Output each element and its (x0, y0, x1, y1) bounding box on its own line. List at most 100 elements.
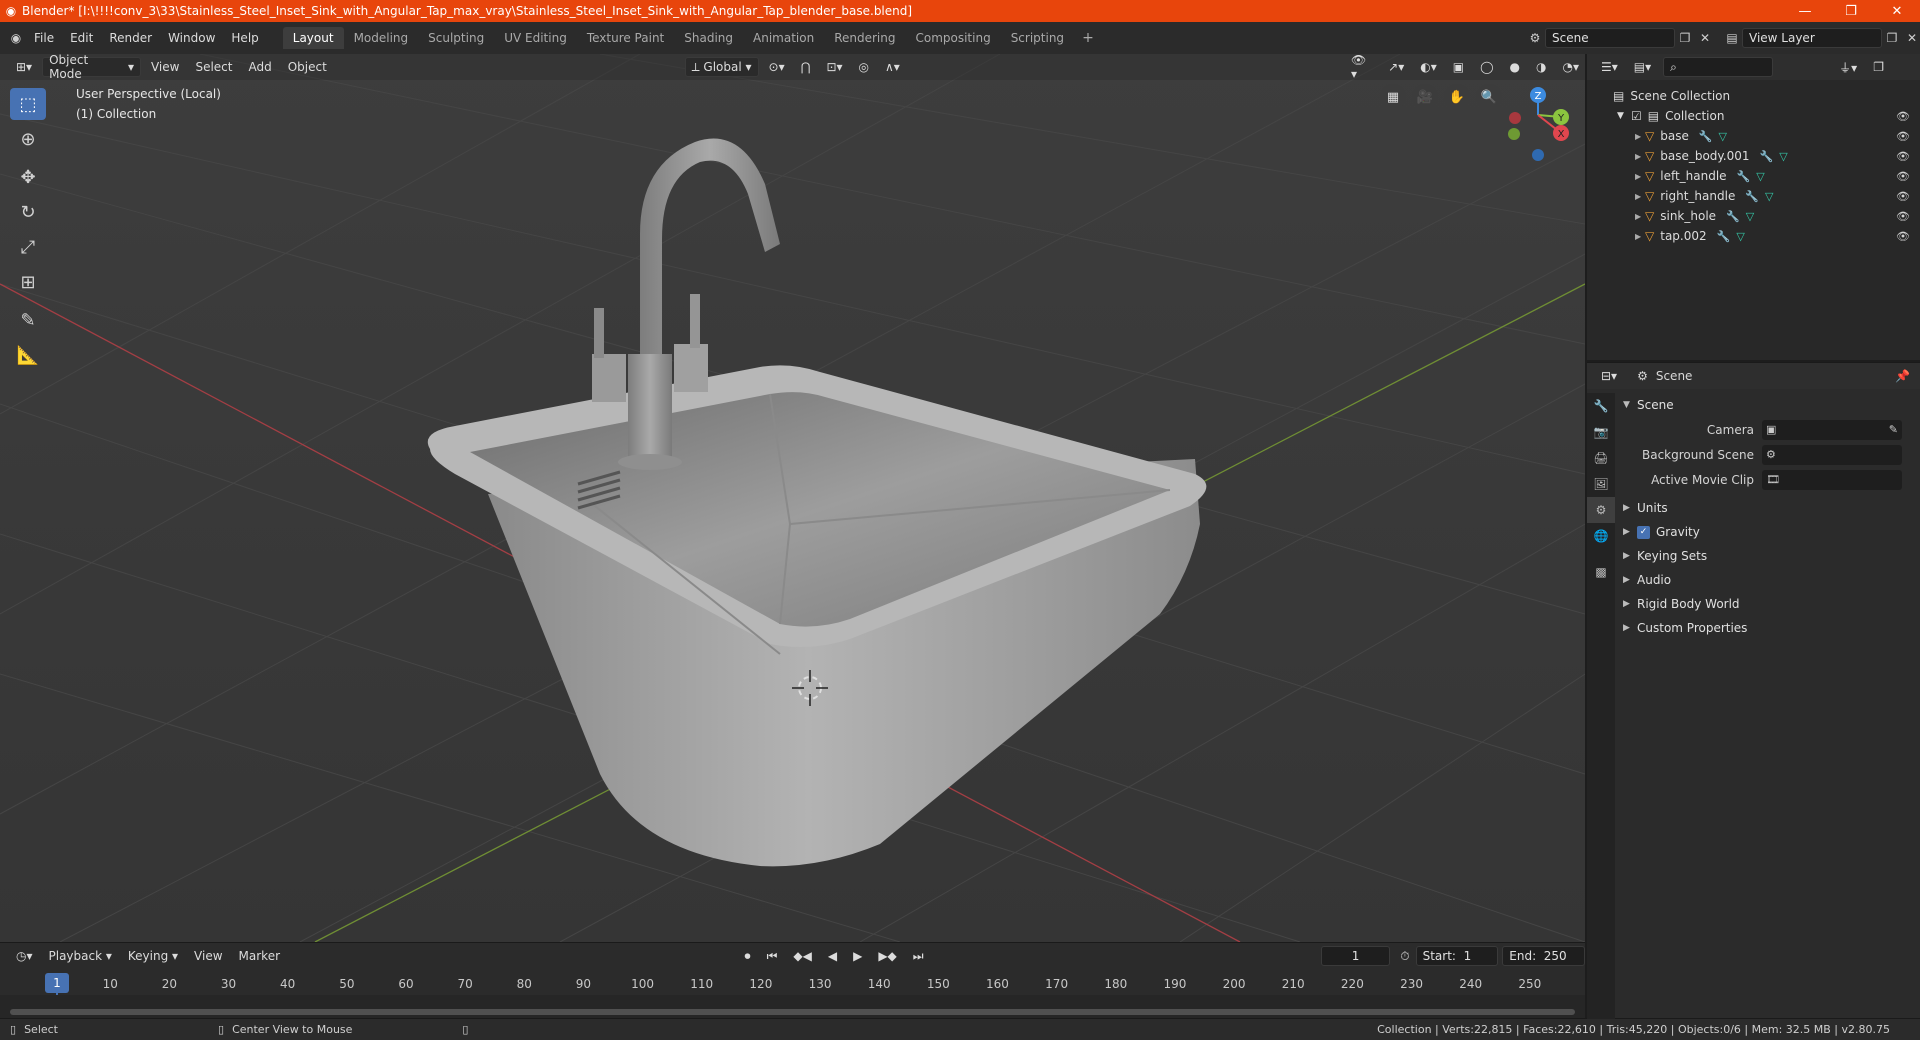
eye-icon[interactable]: 👁 (1896, 130, 1910, 143)
current-frame-field[interactable]: 1 (1320, 946, 1391, 966)
outliner-object-row[interactable]: ▶ ▽ tap.002 🔧 ▽ 👁 (1587, 226, 1920, 246)
modifier-icon[interactable]: 🔧 (1726, 210, 1740, 223)
outliner-object-row[interactable]: ▶ ▽ base_body.001 🔧 ▽ 👁 (1587, 146, 1920, 166)
timeline-menu-playback[interactable]: Playback ▾ (43, 946, 118, 966)
modifier-icon[interactable]: 🔧 (1737, 170, 1751, 183)
snap-icon[interactable]: ⋂ (795, 57, 817, 77)
outliner-search-input[interactable]: ⌕ (1663, 57, 1774, 77)
add-workspace-button[interactable]: + (1074, 30, 1102, 46)
object-expand-icon[interactable]: ▶ (1635, 232, 1645, 241)
cursor-tool-icon[interactable]: ⊕ (10, 123, 46, 155)
movie-clip-field[interactable]: 🎞 (1762, 469, 1902, 490)
timeline-ruler[interactable]: 1 10 20 30 40 50 60 70 80 90 100 110 120 130 140 150 160… (0, 973, 1585, 1017)
annotate-tool-icon[interactable]: ✎ (10, 304, 46, 336)
minimize-button[interactable]: — (1782, 4, 1828, 19)
scale-tool-icon[interactable]: ⤢ (10, 231, 46, 263)
play-reverse-icon[interactable]: ◀ (822, 946, 843, 966)
tab-modeling[interactable]: Modeling (344, 27, 419, 49)
current-frame-indicator[interactable]: 1 (45, 973, 69, 993)
object-expand-icon[interactable]: ▶ (1635, 172, 1645, 181)
view-layer-field[interactable]: View Layer (1742, 28, 1882, 48)
falloff-icon[interactable]: ∧▾ (879, 57, 906, 77)
transform-orientation-selector[interactable]: ⟂ Global ▾ (684, 57, 759, 77)
view-layer-selector-icon[interactable]: ▤ (1722, 28, 1742, 48)
modifier-icon[interactable]: 🔧 (1745, 190, 1759, 203)
eye-icon[interactable]: 👁 (1896, 150, 1910, 163)
jump-end-icon[interactable]: ⏭ (907, 946, 930, 966)
toggle-ortho-icon[interactable]: ▦ (1380, 84, 1406, 110)
outliner-object-row[interactable]: ▶ ▽ right_handle 🔧 ▽ 👁 (1587, 186, 1920, 206)
eye-icon[interactable]: 👁 (1896, 210, 1910, 223)
modifier-icon[interactable]: 🔧 (1717, 230, 1731, 243)
mode-selector[interactable]: Object Mode ▾ (42, 54, 141, 81)
outliner-editor-type-icon[interactable]: ☰▾ (1595, 57, 1624, 77)
tab-layout[interactable]: Layout (282, 27, 344, 49)
eye-icon[interactable]: 👁 (1896, 190, 1910, 203)
timeline-track[interactable] (0, 995, 1585, 1019)
keying-sets-panel-header[interactable]: ▶ Keying Sets (1617, 544, 1920, 568)
outliner-object-row[interactable]: ▶ ▽ left_handle 🔧 ▽ 👁 (1587, 166, 1920, 186)
object-expand-icon[interactable]: ▶ (1635, 132, 1645, 141)
tap-right-handle[interactable] (674, 344, 708, 392)
timeline-menu-view[interactable]: View (188, 946, 228, 966)
menu-window[interactable]: Window (160, 31, 223, 45)
camera-field[interactable]: ▣ ✎ (1762, 419, 1902, 440)
outliner-object-row[interactable]: ▶ ▽ base 🔧 ▽ 👁 (1587, 126, 1920, 146)
world-tab-icon[interactable]: 🌐 (1587, 523, 1615, 549)
rotate-tool-icon[interactable]: ↻ (10, 196, 46, 228)
object-expand-icon[interactable]: ▶ (1635, 152, 1645, 161)
outliner-collection[interactable]: ▼ ☑ ▤ Collection 👁 (1587, 106, 1920, 126)
measure-tool-icon[interactable]: 📐 (10, 339, 46, 371)
timeline-menu-marker[interactable]: Marker (233, 946, 286, 966)
tool-tab-icon[interactable]: 🔧 (1587, 393, 1615, 419)
object-expand-icon[interactable]: ▶ (1635, 192, 1645, 201)
camera-view-icon[interactable]: 🎥 (1412, 84, 1438, 110)
timeline-editor-type-icon[interactable]: ◷▾ (10, 946, 39, 966)
eye-icon[interactable]: 👁 (1896, 170, 1910, 183)
overlay-toggle-icon[interactable]: ◐▾ (1414, 57, 1443, 77)
view-layer-tab-icon[interactable]: 🖼 (1587, 471, 1615, 497)
timeline-menu-keying[interactable]: Keying ▾ (122, 946, 184, 966)
tab-animation[interactable]: Animation (743, 27, 824, 49)
gravity-panel-header[interactable]: ▶ ✓ Gravity (1617, 520, 1920, 544)
viewport-menu-object[interactable]: Object (282, 57, 333, 77)
units-panel-header[interactable]: ▶ Units (1617, 496, 1920, 520)
rendered-shading-icon[interactable]: ◔▾ (1556, 57, 1585, 77)
zoom-view-icon[interactable]: 🔍 (1476, 84, 1502, 110)
mesh-data-icon[interactable]: ▽ (1719, 130, 1727, 143)
pan-view-icon[interactable]: ✋ (1444, 84, 1470, 110)
viewport-menu-select[interactable]: Select (189, 57, 238, 77)
scene-tab-icon[interactable]: ⚙ (1587, 497, 1615, 523)
proportional-edit-icon[interactable]: ◎ (853, 57, 875, 77)
xray-toggle-icon[interactable]: ▣ (1447, 57, 1470, 77)
scene-selector-icon[interactable]: ⚙ (1525, 28, 1545, 48)
modifier-icon[interactable]: 🔧 (1699, 130, 1713, 143)
pivot-point-icon[interactable]: ⊙▾ (763, 57, 791, 77)
properties-editor-type-icon[interactable]: ⊟▾ (1595, 366, 1623, 386)
tab-compositing[interactable]: Compositing (905, 27, 1000, 49)
background-scene-field[interactable]: ⚙ (1762, 444, 1902, 465)
tab-rendering[interactable]: Rendering (824, 27, 905, 49)
wireframe-shading-icon[interactable]: ◯ (1474, 57, 1499, 77)
close-button[interactable]: ✕ (1874, 4, 1920, 19)
viewport-menu-view[interactable]: View (145, 57, 185, 77)
display-mode-icon[interactable]: ▤▾ (1628, 57, 1657, 77)
tab-uv-editing[interactable]: UV Editing (494, 27, 577, 49)
tab-scripting[interactable]: Scripting (1001, 27, 1074, 49)
start-frame-field[interactable]: Start: 1 (1415, 946, 1499, 966)
texture-tab-icon[interactable]: ▩ (1587, 559, 1615, 585)
move-tool-icon[interactable]: ✥ (10, 161, 46, 193)
modifier-icon[interactable]: 🔧 (1760, 150, 1774, 163)
render-tab-icon[interactable]: 📷 (1587, 419, 1615, 445)
editor-type-icon[interactable]: ⊞▾ (10, 57, 38, 77)
stopwatch-icon[interactable]: ⏱ (1394, 946, 1415, 966)
tab-sculpting[interactable]: Sculpting (418, 27, 494, 49)
play-icon[interactable]: ▶ (847, 946, 868, 966)
tab-shading[interactable]: Shading (674, 27, 743, 49)
solid-shading-icon[interactable]: ● (1504, 57, 1526, 77)
delete-view-layer-icon[interactable]: ✕ (1902, 28, 1920, 48)
menu-render[interactable]: Render (101, 31, 160, 45)
select-box-tool-icon[interactable]: ⬚ (10, 88, 46, 120)
transform-tool-icon[interactable]: ⊞ (10, 266, 46, 298)
end-frame-field[interactable]: End: 250 (1502, 946, 1585, 966)
